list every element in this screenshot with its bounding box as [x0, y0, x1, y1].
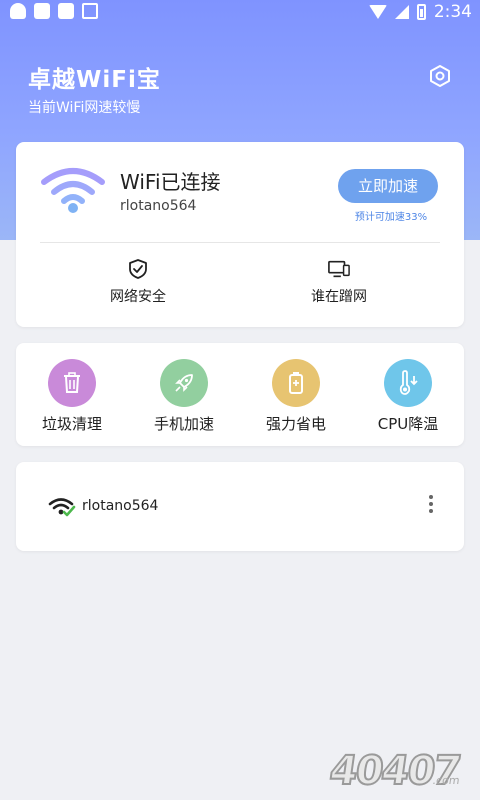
who-is-using-button[interactable]: 谁在蹭网	[279, 258, 399, 306]
svg-text:.com: .com	[432, 774, 461, 787]
wifi-icon	[48, 498, 76, 517]
network-status-text: 当前WiFi网速较慢	[28, 100, 141, 116]
more-options-icon[interactable]	[428, 495, 434, 517]
network-security-label: 网络安全	[110, 289, 166, 305]
app-notification-icon	[34, 3, 50, 19]
signal-icon	[394, 5, 409, 19]
who-is-using-label: 谁在蹭网	[311, 289, 367, 305]
cpu-cool-label: CPU降温	[377, 415, 439, 433]
wifi-connected-icon	[41, 168, 105, 213]
phone-boost-label: 手机加速	[153, 415, 214, 433]
status-bar: 2:34	[0, 0, 480, 24]
power-save-button[interactable]: 强力省电	[240, 359, 352, 434]
network-security-button[interactable]: 网络安全	[78, 258, 198, 306]
wifi-status-icon	[368, 5, 387, 19]
phone-boost-button[interactable]: 手机加速	[128, 359, 240, 434]
settings-icon[interactable]	[428, 64, 452, 88]
cpu-cool-button[interactable]: CPU降温	[352, 359, 464, 434]
tools-card: 垃圾清理 手机加速 强力省电 CPU降温	[16, 343, 464, 446]
network-list-card: rlotano564	[16, 462, 464, 551]
app-title: 卓越WiFi宝	[28, 67, 161, 93]
svg-text:40407: 40407	[327, 748, 463, 794]
watermark-logo: 40407 .com	[326, 747, 464, 794]
boost-estimate: 预计可加速33%	[354, 212, 428, 223]
junk-clean-button[interactable]: 垃圾清理	[16, 359, 128, 434]
shield-icon	[129, 259, 147, 279]
devices-icon	[328, 260, 350, 278]
power-save-label: 强力省电	[265, 415, 326, 433]
qq-notification-icon	[10, 3, 26, 19]
connection-card: WiFi已连接 rlotano564 立即加速 预计可加速33% 网络安全 谁在…	[16, 142, 464, 327]
junk-clean-label: 垃圾清理	[41, 415, 102, 433]
rocket-icon	[160, 359, 208, 407]
battery-status-icon	[416, 4, 426, 20]
battery-icon	[272, 359, 320, 407]
divider	[40, 242, 440, 243]
network-ssid: rlotano564	[82, 498, 159, 514]
thermometer-icon	[384, 359, 432, 407]
clock: 2:34	[433, 2, 472, 22]
download-notification-icon	[82, 3, 98, 19]
boost-now-button[interactable]: 立即加速	[338, 169, 438, 203]
app-notification-icon-2	[58, 3, 74, 19]
connection-status: WiFi已连接	[120, 170, 221, 194]
trash-icon	[48, 359, 96, 407]
connected-ssid: rlotano564	[120, 198, 197, 214]
